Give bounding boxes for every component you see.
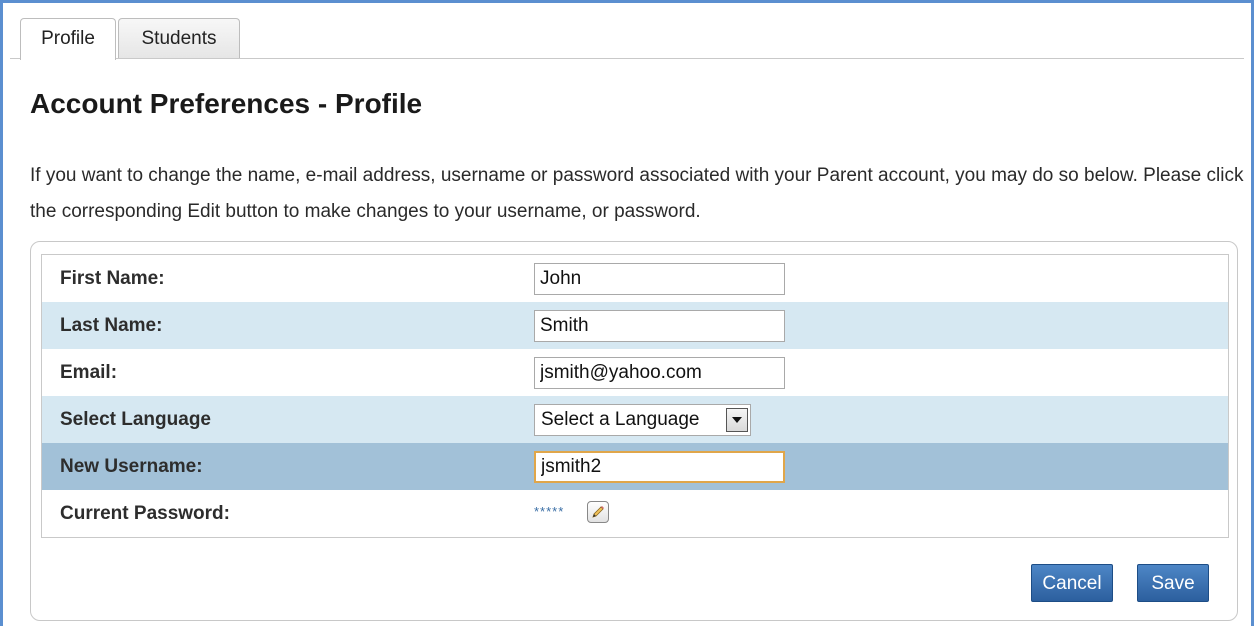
first-name-field[interactable] xyxy=(534,263,785,295)
cancel-button[interactable]: Cancel xyxy=(1031,564,1113,602)
tab-profile[interactable]: Profile xyxy=(20,18,116,60)
first-name-label: First Name: xyxy=(60,268,165,289)
profile-form: First Name: Last Name: Email: Select Lan… xyxy=(41,254,1229,538)
current-password-label: Current Password: xyxy=(60,503,230,524)
save-button[interactable]: Save xyxy=(1137,564,1209,602)
tab-students[interactable]: Students xyxy=(118,18,240,58)
email-row: Email: xyxy=(42,349,1228,396)
language-label: Select Language xyxy=(60,409,211,430)
chevron-down-icon[interactable] xyxy=(726,408,748,432)
profile-panel: First Name: Last Name: Email: Select Lan… xyxy=(30,241,1238,621)
first-name-row: First Name: xyxy=(42,255,1228,302)
new-username-label: New Username: xyxy=(60,456,203,477)
last-name-row: Last Name: xyxy=(42,302,1228,349)
tab-bar: Profile Students xyxy=(10,16,1244,60)
language-row: Select Language Select a Language xyxy=(42,396,1228,443)
last-name-label: Last Name: xyxy=(60,315,163,336)
new-username-row: New Username: xyxy=(42,443,1228,490)
email-field[interactable] xyxy=(534,357,785,389)
last-name-field[interactable] xyxy=(534,310,785,342)
current-password-row: Current Password: ***** xyxy=(42,490,1228,537)
new-username-field[interactable] xyxy=(534,451,785,483)
email-label: Email: xyxy=(60,362,118,383)
intro-text: If you want to change the name, e-mail a… xyxy=(30,165,1244,222)
language-select[interactable]: Select a Language xyxy=(534,404,751,436)
language-select-value: Select a Language xyxy=(541,409,700,430)
password-mask: ***** xyxy=(534,504,565,519)
page-title: Account Preferences - Profile xyxy=(30,88,423,119)
pencil-icon[interactable] xyxy=(587,501,609,523)
